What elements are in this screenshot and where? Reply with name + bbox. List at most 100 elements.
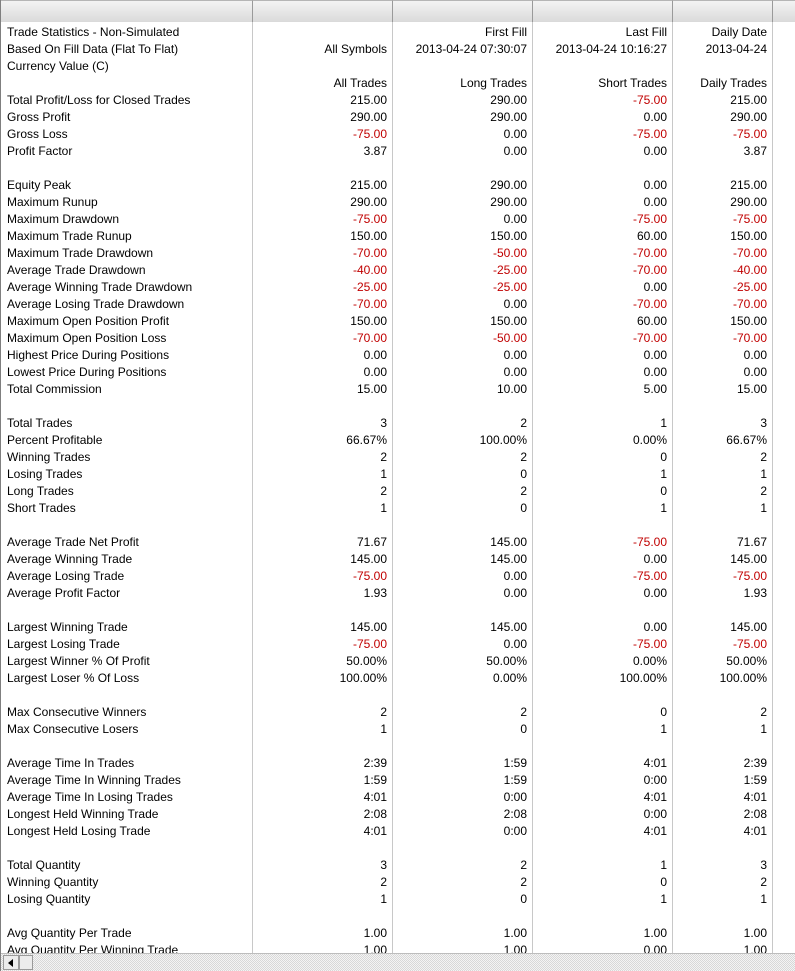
value-cell: 0.00%	[632, 433, 667, 447]
value-cell: 2	[520, 484, 527, 498]
table-row: Average Profit Factor 1.93 0.00 0.00 1.93	[1, 585, 795, 602]
value-cell: 290.00	[730, 110, 767, 124]
row-label: Maximum Trade Runup	[7, 229, 132, 243]
value-cell: 15.00	[356, 382, 387, 396]
column-header-4[interactable]	[673, 0, 773, 22]
row-label: Profit Factor	[7, 144, 73, 158]
spacer-row	[1, 398, 795, 415]
value-cell: 3	[380, 858, 387, 872]
value-cell: 3	[760, 858, 767, 872]
table-row: Total Trades 3 2 1 3	[1, 415, 795, 432]
value-cell: 100.00%	[619, 671, 667, 685]
table-row: Max Consecutive Losers 1 0 1 1	[1, 721, 795, 738]
value-cell: 10.00	[496, 382, 527, 396]
scroll-left-button[interactable]	[3, 955, 19, 970]
value-cell: 0.00	[643, 365, 667, 379]
value-cell: 0	[520, 501, 527, 515]
value-cell: 2	[520, 875, 527, 889]
value-cell: 0.00	[643, 195, 667, 209]
row-label: Percent Profitable	[7, 433, 103, 447]
row-label: Trade Statistics - Non-Simulated	[7, 25, 180, 39]
row-label: Average Time In Losing Trades	[7, 790, 173, 804]
row-label: Total Profit/Loss for Closed Trades	[7, 93, 191, 107]
row-label: Losing Trades	[7, 467, 83, 481]
value-cell: 145.00	[490, 620, 527, 634]
value-cell: 0.00	[503, 144, 527, 158]
statistics-rows: Trade Statistics - Non-Simulated First Fi…	[1, 24, 795, 959]
table-row: Max Consecutive Winners 2 2 0 2	[1, 704, 795, 721]
column-header-2[interactable]	[393, 0, 533, 22]
value-cell: 2	[520, 858, 527, 872]
column-header-0[interactable]	[1, 0, 253, 22]
info-row: Based On Fill Data (Flat To Flat) All Sym…	[1, 41, 795, 58]
value-cell: -75.00	[632, 127, 667, 141]
table-row: Largest Loser % Of Loss 100.00% 0.00% 100.0…	[1, 670, 795, 687]
value-cell: 0	[660, 484, 667, 498]
row-label: Longest Held Losing Trade	[7, 824, 151, 838]
value-cell: 2	[760, 705, 767, 719]
column-title-row: All Trades Long Trades Short Trades Daily T…	[1, 75, 795, 92]
column-header-1[interactable]	[253, 0, 393, 22]
value-cell: 0.00	[503, 212, 527, 226]
value-cell: 4:01	[743, 824, 767, 838]
value-cell: 1	[660, 722, 667, 736]
row-label: Currency Value (C)	[7, 59, 109, 73]
value-cell: 50.00%	[346, 654, 387, 668]
value-cell: 3	[760, 416, 767, 430]
value-cell: -75.00	[632, 93, 667, 107]
value-cell: 0.00	[503, 348, 527, 362]
table-row: Losing Quantity 1 0 1 1	[1, 891, 795, 908]
value-cell: Long Trades	[460, 76, 527, 90]
value-cell: 1.00	[643, 926, 667, 940]
table-row: Lowest Price During Positions 0.00 0.00 0.0…	[1, 364, 795, 381]
value-cell: 0.00	[643, 144, 667, 158]
table-row: Gross Profit 290.00 290.00 0.00 290.00	[1, 109, 795, 126]
table-row: Gross Loss -75.00 0.00 -75.00 -75.00	[1, 126, 795, 143]
value-cell: -75.00	[732, 127, 767, 141]
value-cell: 0.00	[503, 586, 527, 600]
row-label: Average Winning Trade Drawdown	[7, 280, 193, 294]
value-cell: Short Trades	[598, 76, 667, 90]
value-cell: 4:01	[743, 790, 767, 804]
table-row: Percent Profitable 66.67% 100.00% 0.00% 66.6…	[1, 432, 795, 449]
row-label: Highest Price During Positions	[7, 348, 170, 362]
row-label: Max Consecutive Losers	[7, 722, 139, 736]
table-row: Largest Winning Trade 145.00 145.00 0.00 145…	[1, 619, 795, 636]
value-cell: 60.00	[636, 314, 667, 328]
value-cell: 3.87	[363, 144, 387, 158]
value-cell: 100.00%	[339, 671, 387, 685]
horizontal-scrollbar[interactable]	[1, 953, 795, 971]
value-cell: -70.00	[352, 331, 387, 345]
row-label: Average Time In Trades	[7, 756, 135, 770]
value-cell: -70.00	[632, 331, 667, 345]
table-row: Maximum Trade Runup 150.00 150.00 60.00 150.…	[1, 228, 795, 245]
row-label: Avg Quantity Per Trade	[7, 926, 132, 940]
value-cell: 1	[380, 501, 387, 515]
value-cell: 0.00	[643, 178, 667, 192]
value-cell: 145.00	[350, 620, 387, 634]
value-cell: All Trades	[333, 76, 387, 90]
value-cell: 0.00	[643, 280, 667, 294]
value-cell: 145.00	[730, 620, 767, 634]
value-cell: 0.00	[743, 348, 767, 362]
value-cell: 2013-04-24 10:16:27	[555, 42, 667, 56]
value-cell: 0	[520, 722, 527, 736]
scroll-thumb[interactable]	[19, 955, 33, 970]
value-cell: 0.00	[643, 586, 667, 600]
value-cell: 145.00	[490, 552, 527, 566]
spacer-row	[1, 687, 795, 704]
value-cell: 4:01	[643, 824, 667, 838]
value-cell: 1	[760, 501, 767, 515]
row-label: Max Consecutive Winners	[7, 705, 147, 719]
value-cell: Daily Date	[711, 25, 767, 39]
column-header-3[interactable]	[533, 0, 673, 22]
value-cell: 2	[520, 450, 527, 464]
table-row: Equity Peak 215.00 290.00 0.00 215.00	[1, 177, 795, 194]
table-row: Maximum Runup 290.00 290.00 0.00 290.00	[1, 194, 795, 211]
value-cell: 0.00	[743, 365, 767, 379]
table-row: Average Trade Net Profit 71.67 145.00 -75.0…	[1, 534, 795, 551]
value-cell: -75.00	[632, 212, 667, 226]
value-cell: 1	[660, 858, 667, 872]
value-cell: -50.00	[492, 246, 527, 260]
value-cell: 4:01	[643, 790, 667, 804]
